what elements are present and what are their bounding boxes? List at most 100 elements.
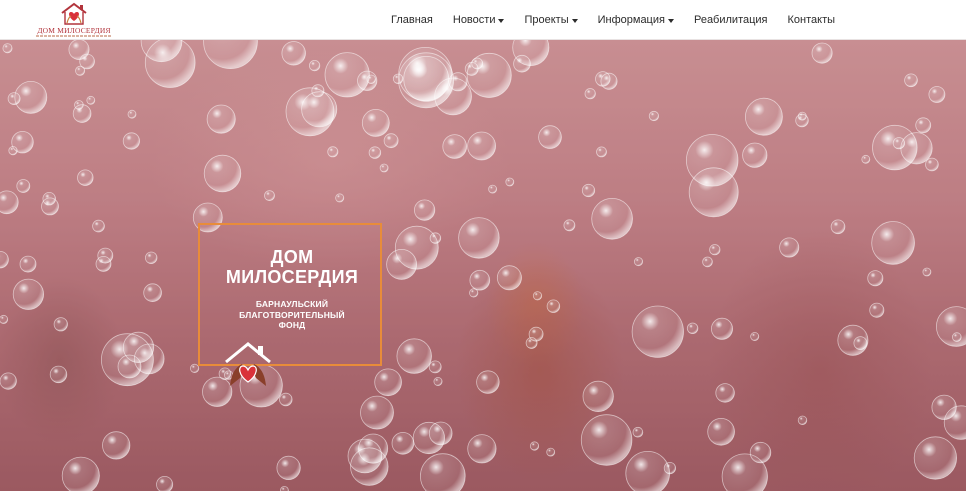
main-nav: Главная Новости Проекты Информация Реаби…: [391, 0, 855, 40]
bubble: [0, 251, 9, 269]
bubble: [745, 97, 783, 136]
logo-tagline: [36, 35, 112, 37]
bubble: [546, 299, 561, 313]
bubble: [904, 73, 918, 88]
bubble: [396, 338, 432, 374]
bubble: [391, 431, 415, 455]
bubble: [584, 88, 596, 100]
hero-subtitle: БАРНАУЛЬСКИЙ БЛАГОТВОРИТЕЛЬНЫЙ ФОНД: [200, 299, 384, 331]
hero-subtitle-line: ФОНД: [278, 320, 306, 330]
bubble: [335, 193, 345, 203]
bubble: [53, 317, 68, 332]
bubble: [95, 255, 112, 272]
bubble: [913, 436, 958, 480]
bubble: [420, 453, 466, 491]
bubble: [476, 370, 500, 394]
hero-title: ДОМ МИЛОСЕРДИЯ: [200, 247, 384, 287]
nav-item-rehabilitation[interactable]: Реабилитация: [694, 14, 768, 26]
bubble: [871, 221, 915, 265]
nav-item-label: Контакты: [787, 14, 836, 26]
bubble: [61, 456, 100, 491]
nav-item-home[interactable]: Главная: [391, 14, 433, 26]
hero-banner: ДОМ МИЛОСЕРДИЯ БАРНАУЛЬСКИЙ БЛАГОТВОРИТЕ…: [0, 40, 966, 491]
bubble: [203, 154, 242, 193]
bubble: [528, 326, 544, 342]
bubble: [122, 132, 140, 150]
bubble: [631, 305, 684, 358]
nav-item-information[interactable]: Информация: [598, 14, 674, 26]
bubble: [86, 95, 96, 105]
bubble: [811, 42, 833, 64]
bubble: [625, 451, 670, 491]
bubble: [16, 179, 31, 193]
bubble: [582, 380, 614, 412]
bubble: [663, 461, 677, 475]
bubble: [648, 110, 660, 122]
hero-title-line: ДОМ: [270, 247, 314, 267]
bubble: [458, 217, 500, 259]
bubble: [442, 134, 468, 159]
bubble: [361, 109, 390, 137]
bubble: [127, 109, 137, 119]
bubble: [394, 225, 439, 270]
bubble: [715, 383, 735, 403]
bubble: [707, 417, 735, 446]
bubble: [532, 291, 543, 301]
bubble: [360, 395, 394, 430]
bubble: [469, 269, 491, 291]
bubble: [861, 154, 871, 164]
bubble: [143, 283, 162, 303]
bubble: [600, 72, 618, 90]
nav-item-label: Информация: [597, 14, 665, 26]
logo-name: ДОМ МИЛОСЕРДИЯ: [37, 26, 111, 35]
bubble: [496, 265, 522, 291]
bubble: [915, 117, 932, 134]
bubble: [596, 146, 607, 158]
bubble: [634, 257, 644, 267]
site-logo[interactable]: ДОМ МИЛОСЕРДИЯ: [34, 2, 114, 38]
nav-item-news[interactable]: Новости: [453, 14, 505, 26]
bubble: [936, 306, 966, 347]
bubble: [711, 317, 734, 340]
bubble: [951, 332, 962, 342]
bubble: [75, 65, 86, 76]
bubble: [92, 219, 105, 233]
nav-item-label: Проекты: [524, 14, 569, 26]
bubble: [632, 426, 644, 438]
bubble: [591, 198, 633, 240]
bubble: [276, 455, 301, 480]
bubble: [0, 314, 9, 324]
nav-item-contacts[interactable]: Контакты: [788, 14, 836, 26]
site-header: ДОМ МИЛОСЕРДИЯ Главная Новости Проекты И…: [0, 0, 966, 40]
bubble: [383, 133, 399, 149]
hero-subtitle-line: БЛАГОТВОРИТЕЛЬНЫЙ: [239, 309, 345, 320]
bubble: [0, 190, 19, 215]
bubble: [74, 100, 84, 110]
bubble: [77, 169, 94, 186]
bubble: [467, 131, 497, 161]
hero-title-line: МИЛОСЕРДИЯ: [225, 267, 359, 287]
bubble: [42, 191, 56, 206]
nav-item-projects[interactable]: Проекты: [524, 14, 578, 26]
caret-down-icon: [667, 18, 674, 23]
bubble: [709, 244, 721, 256]
bubble: [869, 302, 885, 318]
nav-item-label: Главная: [391, 14, 433, 26]
bubble: [122, 331, 155, 363]
house-heart-icon: [225, 342, 271, 386]
bubble: [308, 60, 321, 72]
bubble: [311, 84, 325, 98]
bubble: [433, 376, 443, 386]
hero-bubbles-background: [0, 40, 966, 491]
bubble: [285, 87, 335, 137]
bubble: [900, 132, 933, 165]
caret-down-icon: [498, 18, 505, 23]
bubble: [368, 146, 382, 159]
bubble: [357, 70, 378, 91]
bubble: [264, 190, 275, 202]
caret-down-icon: [571, 18, 578, 23]
bubble: [403, 56, 450, 102]
bubble: [49, 365, 68, 384]
bubble: [281, 41, 306, 66]
bubble: [280, 486, 289, 491]
